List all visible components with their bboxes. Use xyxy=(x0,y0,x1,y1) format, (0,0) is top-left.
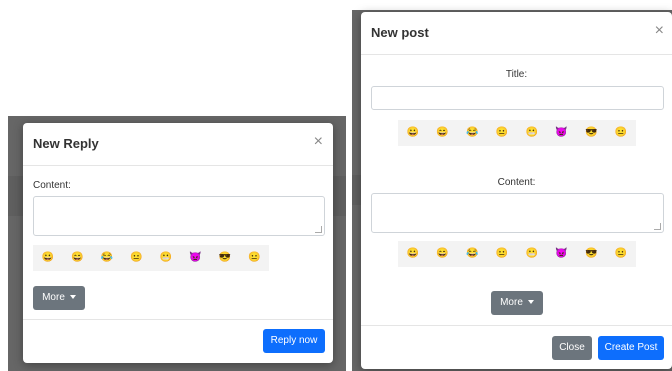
caret-down-icon xyxy=(527,300,534,305)
more-label: More xyxy=(500,297,523,308)
emoji-grinning[interactable]: 😀 xyxy=(33,251,63,265)
emoji-grinning[interactable]: 😀 xyxy=(398,126,428,140)
modal-title: New post xyxy=(371,25,429,40)
emoji-grimace[interactable]: 😬 xyxy=(151,251,181,265)
content-label: Content: xyxy=(497,177,536,188)
more-dropdown-button[interactable]: More xyxy=(33,286,85,310)
emoji-smile[interactable]: 😄 xyxy=(63,251,93,265)
emoji-smile[interactable]: 😄 xyxy=(428,126,458,140)
modal-header: New post × xyxy=(361,12,672,55)
emoji-neutral[interactable]: 😐 xyxy=(487,247,517,261)
close-icon[interactable]: × xyxy=(655,23,664,39)
modal-header: New Reply × xyxy=(23,123,333,166)
title-input[interactable] xyxy=(371,86,664,110)
modal-footer: Reply now xyxy=(23,319,333,364)
emoji-neutral[interactable]: 😐 xyxy=(240,251,270,265)
more-dropdown-button[interactable]: More xyxy=(491,291,543,315)
emoji-neutral[interactable]: 😐 xyxy=(606,126,636,140)
emoji-neutral[interactable]: 😐 xyxy=(487,126,517,140)
emoji-devil[interactable]: 👿 xyxy=(181,251,211,265)
emoji-bar-content: 😀 😄 😂 😐 😬 👿 😎 😐 xyxy=(398,241,636,267)
resize-handle-icon[interactable] xyxy=(654,223,661,230)
emoji-bar: 😀 😄 😂 😐 😬 👿 😎 😐 xyxy=(33,245,269,271)
emoji-devil[interactable]: 👿 xyxy=(547,247,577,261)
title-label: Title: xyxy=(505,69,528,80)
resize-handle-icon[interactable] xyxy=(315,226,322,233)
emoji-grimace[interactable]: 😬 xyxy=(517,247,547,261)
new-post-modal: New post × Title: 😀 😄 😂 😐 😬 👿 😎 😐 Conten… xyxy=(361,12,672,369)
content-textarea[interactable] xyxy=(371,193,664,233)
more-label: More xyxy=(42,292,65,303)
close-icon[interactable]: × xyxy=(314,134,323,150)
modal-title: New Reply xyxy=(33,136,99,151)
emoji-neutral[interactable]: 😐 xyxy=(122,251,152,265)
emoji-joy[interactable]: 😂 xyxy=(92,251,122,265)
emoji-grinning[interactable]: 😀 xyxy=(398,247,428,261)
emoji-smile[interactable]: 😄 xyxy=(428,247,458,261)
modal-footer: Close Create Post xyxy=(361,325,672,370)
emoji-joy[interactable]: 😂 xyxy=(458,247,488,261)
emoji-devil[interactable]: 👿 xyxy=(547,126,577,140)
emoji-sunglasses[interactable]: 😎 xyxy=(210,251,240,265)
close-button[interactable]: Close xyxy=(552,336,592,360)
emoji-sunglasses[interactable]: 😎 xyxy=(577,247,607,261)
emoji-bar-title: 😀 😄 😂 😐 😬 👿 😎 😐 xyxy=(398,120,636,146)
new-reply-modal: New Reply × Content: 😀 😄 😂 😐 😬 👿 😎 😐 Mor… xyxy=(23,123,333,363)
emoji-sunglasses[interactable]: 😎 xyxy=(577,126,607,140)
emoji-neutral[interactable]: 😐 xyxy=(606,247,636,261)
emoji-joy[interactable]: 😂 xyxy=(458,126,488,140)
reply-now-button[interactable]: Reply now xyxy=(263,329,325,353)
content-textarea[interactable] xyxy=(33,196,325,236)
content-label: Content: xyxy=(33,180,71,191)
create-post-button[interactable]: Create Post xyxy=(598,336,664,360)
caret-down-icon xyxy=(69,295,76,300)
emoji-grimace[interactable]: 😬 xyxy=(517,126,547,140)
